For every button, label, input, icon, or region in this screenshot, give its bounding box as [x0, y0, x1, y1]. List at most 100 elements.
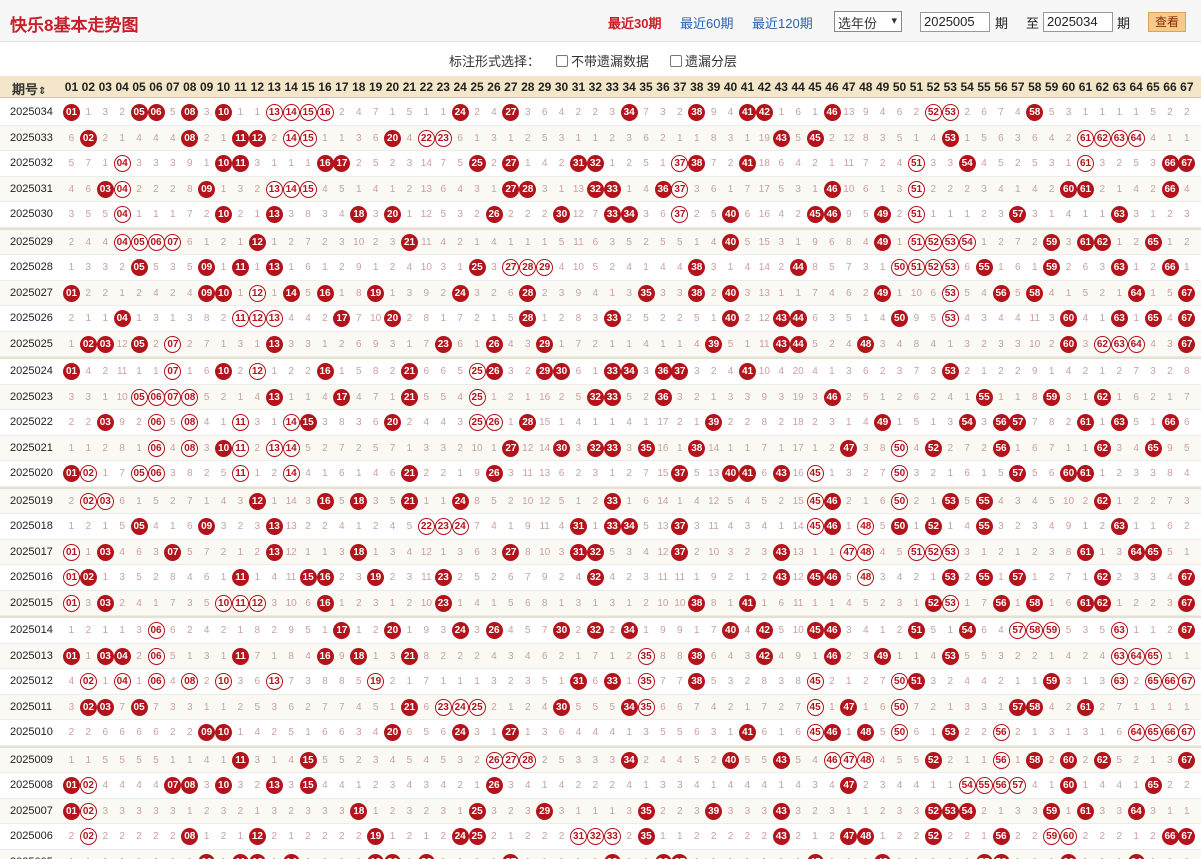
omission-count: 2 — [237, 701, 244, 713]
nav-recent-120[interactable]: 最近120期 — [752, 13, 813, 32]
omission-count: 5 — [930, 313, 937, 324]
omission-count: 10 — [1029, 338, 1041, 350]
omission-count: 13 — [758, 287, 770, 299]
omission-count: 1 — [372, 805, 379, 817]
table-row: 2025024 01 4 2 11 1 1 07 1 6 10 2 12 1 2 2 16 1 5 8 2 21 6 6 5 25… — [0, 359, 1201, 385]
omission-count: 4 — [355, 107, 362, 118]
omission-count: 5 — [440, 209, 447, 220]
omission-count: 1 — [790, 854, 807, 859]
omission-count: 2 — [1015, 158, 1021, 169]
omission-count: 2 — [879, 366, 886, 377]
omission-count: 2 — [355, 754, 362, 766]
drawn-number-ball: 18 — [350, 492, 368, 510]
omission-count: 5 — [677, 236, 683, 248]
omission-count: 1 — [220, 701, 227, 713]
period-column-header[interactable]: 期号⇕ — [12, 79, 46, 98]
omission-count: 6 — [203, 572, 210, 583]
query-button[interactable]: 查看 — [1148, 12, 1186, 32]
drawn-number-ball: 31 — [570, 828, 587, 845]
drawn-number-ball: 51 — [908, 233, 925, 251]
checkbox-no-missing[interactable] — [556, 55, 568, 67]
omission-count: 5 — [1184, 442, 1190, 454]
omission-count: 2 — [947, 183, 954, 195]
omission-count: 1 — [896, 236, 903, 248]
omission-count: 1 — [85, 313, 92, 324]
omission-count: 5 — [693, 313, 700, 324]
omission-count: 5 — [423, 391, 430, 403]
option-no-missing[interactable]: 不带遗漏数据 — [556, 51, 649, 70]
omission-count: 10 — [674, 597, 686, 609]
top-toolbar: 快乐8基本走势图 最近30期 最近60期 最近120期 选年份 ▾ 202500… — [0, 0, 1201, 42]
omission-count: 4 — [1048, 521, 1055, 532]
omission-count: 1 — [1150, 754, 1156, 766]
drawn-number-ball: 28 — [519, 414, 537, 431]
omission-count: 1 — [80, 854, 97, 859]
omission-count: 4 — [423, 754, 430, 766]
omission-count: 1 — [558, 676, 565, 687]
drawn-number-ball: 03 — [96, 594, 114, 612]
omission-count: 2 — [68, 236, 75, 248]
drawn-number-ball: 47 — [840, 698, 858, 716]
omission-count: 6 — [153, 727, 159, 738]
drawn-number-ball: 08 — [181, 104, 199, 121]
column-header-11: 11 — [234, 80, 247, 94]
drawn-number-ball: 06 — [147, 465, 165, 482]
omission-count: 3 — [609, 107, 616, 118]
omission-count: 2 — [1031, 546, 1038, 558]
drawn-number-ball: 13 — [265, 310, 283, 327]
to-period-input[interactable]: 2025034 — [1043, 12, 1113, 32]
drawn-number-ball: 16 — [316, 569, 334, 586]
omission-count: 1 — [862, 495, 869, 507]
drawn-number-ball: 24 — [451, 724, 469, 741]
omission-count: 1 — [1082, 209, 1089, 220]
drawn-number-ball: 16 — [316, 594, 334, 612]
drawn-number-ball: 13 — [265, 543, 283, 561]
nav-recent-60[interactable]: 最近60期 — [680, 13, 733, 32]
omission-count: 3 — [710, 727, 717, 738]
drawn-number-ball: 45 — [806, 698, 824, 716]
omission-count: 5 — [1133, 417, 1139, 428]
omission-count: 1 — [677, 442, 683, 454]
column-header-66: 66 — [1163, 80, 1177, 94]
omission-count: 1 — [626, 495, 632, 507]
omission-count: 4 — [643, 338, 649, 350]
omission-count: 2 — [1048, 338, 1055, 350]
omission-count: 3 — [355, 417, 362, 428]
drawn-number-ball: 60 — [1060, 310, 1078, 327]
omission-count: 7 — [1031, 417, 1038, 428]
omission-count: 5 — [896, 132, 903, 144]
drawn-number-ball: 06 — [147, 647, 165, 665]
omission-count: 2 — [795, 831, 801, 842]
drawn-number-ball: 31 — [570, 673, 587, 690]
drawn-number-ball: 53 — [941, 594, 959, 612]
drawn-number-ball: 11 — [232, 259, 249, 276]
year-select[interactable]: 选年份 ▾ — [834, 11, 902, 32]
column-header-49: 49 — [875, 80, 890, 94]
from-period-input[interactable]: 2025005 — [920, 12, 990, 32]
omission-count: 1 — [773, 854, 790, 859]
omission-count: 6 — [372, 417, 379, 428]
drawn-number-ball: 07 — [164, 363, 182, 380]
omission-count: 2 — [998, 236, 1004, 248]
omission-count: 6 — [119, 495, 125, 507]
table-row: 2025019 2 02 03 6 1 5 2 7 1 4 3 12 1 14 3 16 5 18 3 5 21 1 1 24 8… — [0, 488, 1201, 514]
omission-count: 6 — [136, 546, 142, 558]
omission-count: 1 — [862, 805, 869, 817]
drawn-number-ball: 67 — [1178, 310, 1196, 327]
omission-count: 5 — [964, 495, 970, 507]
drawn-number-ball: 10 — [215, 594, 233, 612]
column-header-18: 18 — [352, 80, 366, 94]
drawn-number-ball: 18 — [350, 543, 368, 561]
drawn-number-ball: 09 — [198, 853, 216, 859]
option-layered[interactable]: 遗漏分层 — [670, 51, 737, 70]
checkbox-layered[interactable] — [670, 55, 682, 67]
omission-count: 1 — [1082, 572, 1089, 583]
drawn-number-ball: 47 — [840, 751, 858, 769]
omission-count: 2 — [1082, 650, 1089, 662]
nav-recent-30[interactable]: 最近30期 — [608, 13, 661, 32]
omission-count: 2 — [947, 442, 954, 454]
omission-count: 3 — [372, 209, 379, 220]
omission-count: 4 — [440, 236, 447, 248]
omission-count: 3 — [389, 338, 396, 350]
column-header-23: 23 — [436, 80, 450, 94]
